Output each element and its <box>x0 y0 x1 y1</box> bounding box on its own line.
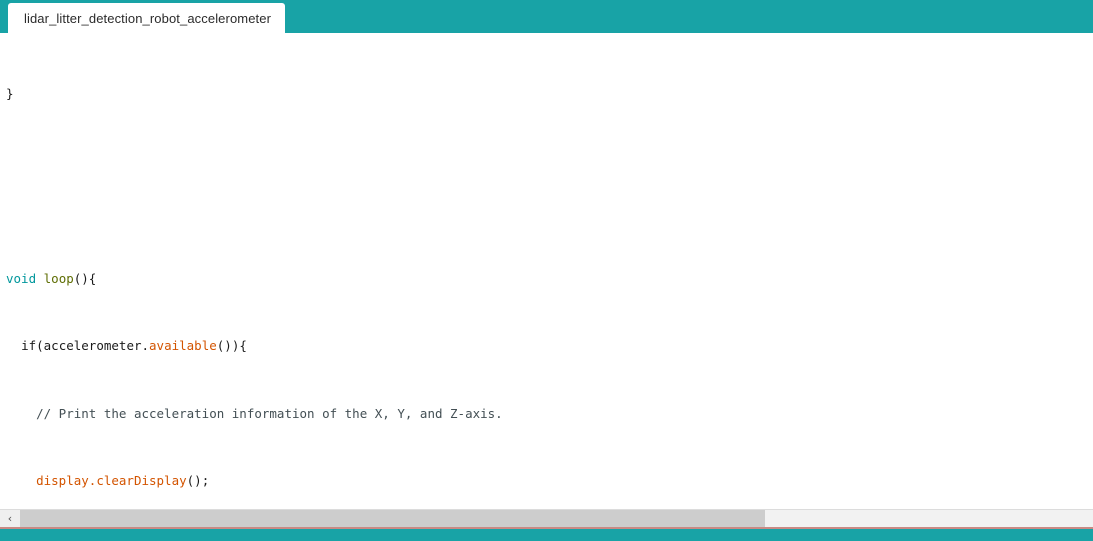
code-line: display.clearDisplay(); <box>6 473 781 490</box>
token-accelerometer-object: accelerometer <box>43 338 142 354</box>
token-comment-print: // Print the acceleration information of… <box>36 405 503 421</box>
scrollbar-thumb[interactable] <box>20 510 765 527</box>
status-bar <box>0 529 1093 541</box>
editor-tab-bar: lidar_litter_detection_robot_acceleromet… <box>0 0 1093 33</box>
token-cleardisplay-tail: (); <box>186 472 210 488</box>
token-loop-open: (){ <box>73 270 97 286</box>
token-close-brace: } <box>6 85 14 101</box>
code-line-comment: // Print the acceleration information of… <box>6 406 781 423</box>
code-line: } <box>6 86 781 103</box>
horizontal-scrollbar[interactable]: ‹ <box>0 509 1093 527</box>
arduino-ide-editor-window: lidar_litter_detection_robot_acceleromet… <box>0 0 1093 541</box>
token-paren: ( <box>36 338 44 354</box>
code-text[interactable]: } void loop(){ if(accelerometer.availabl… <box>0 33 781 509</box>
sketch-tab-active[interactable]: lidar_litter_detection_robot_acceleromet… <box>8 3 286 33</box>
token-if-keyword: if <box>21 338 37 354</box>
token-cleardisplay-function: clearDisplay <box>96 472 187 488</box>
scrollbar-track[interactable] <box>20 510 1093 527</box>
token-display-object: display <box>36 472 89 488</box>
scroll-left-arrow-icon[interactable]: ‹ <box>0 510 20 527</box>
token-available-tail: ()){ <box>216 338 247 354</box>
token-void-keyword: void <box>6 270 37 286</box>
token-dot: . <box>141 338 150 354</box>
code-editor-pane[interactable]: } void loop(){ if(accelerometer.availabl… <box>0 33 1093 509</box>
sketch-tab-label: lidar_litter_detection_robot_acceleromet… <box>24 10 272 26</box>
code-line: if(accelerometer.available()){ <box>6 338 781 355</box>
token-loop-name: loop <box>43 270 74 286</box>
code-line: void loop(){ <box>6 271 781 288</box>
token-available-function: available <box>149 338 217 354</box>
